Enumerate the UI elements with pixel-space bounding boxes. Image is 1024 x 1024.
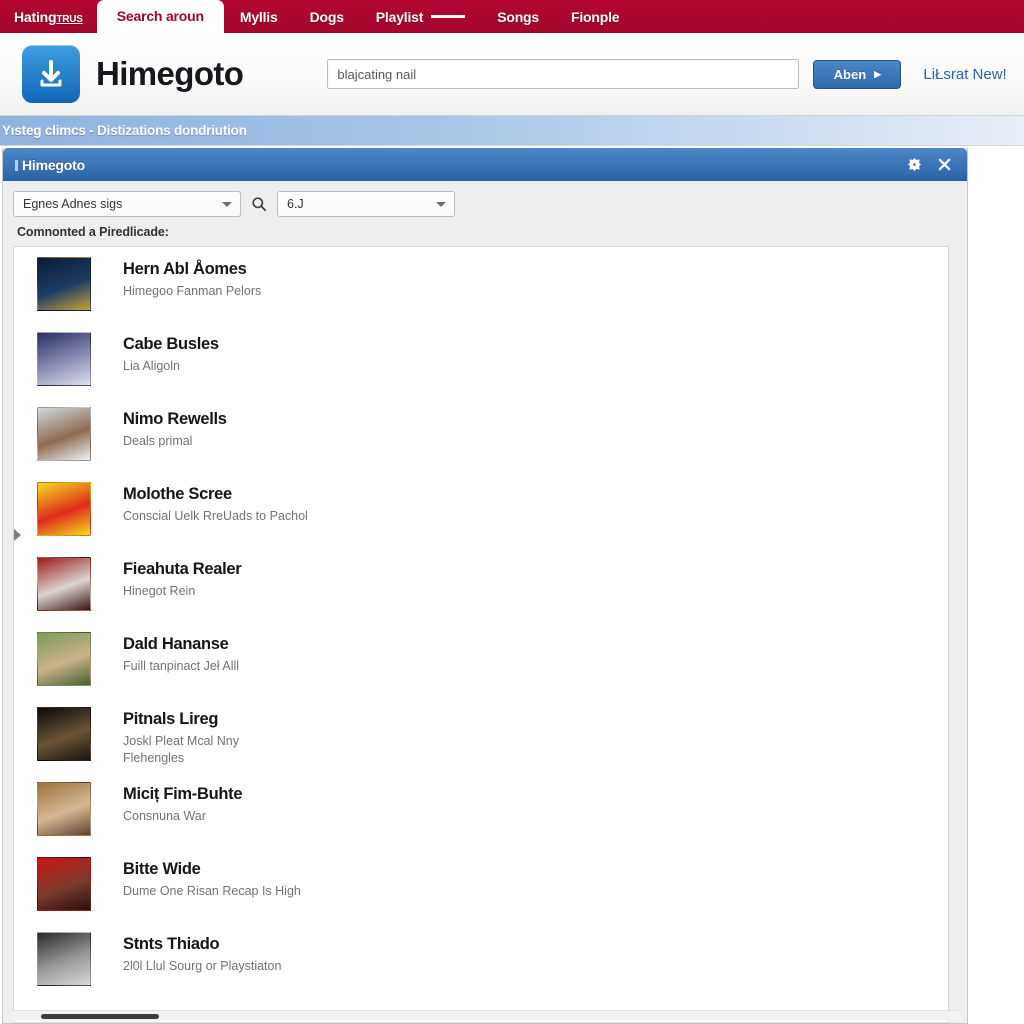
- album-art-thumbnail[interactable]: [37, 932, 91, 986]
- list-item-title: Bitte Wide: [123, 860, 201, 878]
- list-item-text: Molothe Scree Conscial Uelk RreUads to Pa…: [123, 480, 308, 525]
- list-item-text: Miciț Fim-Buhte Consnuna War: [123, 780, 243, 825]
- list-item-title: Miciț Fim-Buhte: [123, 785, 243, 803]
- gear-icon[interactable]: [905, 156, 923, 174]
- album-art-thumbnail[interactable]: [37, 857, 91, 911]
- nav-tab-fionple[interactable]: Fionple: [555, 9, 635, 33]
- results-section-label: Comnonted a Piredlicade:: [17, 225, 169, 239]
- header-promo-link[interactable]: LiŁsrat New!: [923, 66, 1006, 83]
- album-art-thumbnail[interactable]: [37, 632, 91, 686]
- nav-tab-label: Fionple: [571, 9, 620, 25]
- nav-tab-label: Myllis: [239, 9, 278, 25]
- nav-tab-label: Songs: [497, 9, 539, 25]
- breadcrumb: Yısteg climcs - Distizations dondriution: [0, 116, 1024, 146]
- header-search-group: Aben ▶ LiŁsrat New!: [327, 59, 1010, 89]
- album-art-thumbnail[interactable]: [37, 407, 91, 461]
- list-item[interactable]: Miciț Fim-Buhte Consnuna War: [14, 772, 948, 847]
- page-title: Himegoto: [96, 55, 244, 92]
- nav-tab-dash-icon: [431, 15, 466, 19]
- breadcrumb-text: Yısteg climcs - Distizations dondriution: [2, 123, 247, 138]
- nav-tab-label: Dogs: [309, 9, 344, 25]
- list-item-subtitle: Hinegot Rein: [123, 583, 196, 598]
- list-item-subtitle: Lia Aligoln: [123, 358, 180, 373]
- list-item[interactable]: Cabe Busles Lia Aligoln: [14, 322, 948, 397]
- page-right-gutter: [968, 148, 1024, 1024]
- nav-tab-songs[interactable]: Songs: [481, 9, 555, 33]
- list-item-title: Hern Abl Åomes: [123, 260, 247, 278]
- nav-brand[interactable]: HatingTRUS: [6, 9, 97, 33]
- window-toolbar: Egnes Adnes sigs 6.J: [3, 181, 967, 217]
- list-item-text: Nimo Rewells Deals primal: [123, 405, 227, 450]
- list-item[interactable]: Fieahuta Realer Hinegot Rein: [14, 547, 948, 622]
- list-item-text: Pitnals Lireg Joskl Pleat Mcal Nny Flehen…: [123, 705, 239, 767]
- search-submit-label: Aben: [833, 66, 867, 82]
- search-input[interactable]: [327, 59, 800, 89]
- nav-tab-myllis[interactable]: Myllis: [224, 9, 294, 33]
- nav-tab-label: Search aroun: [116, 7, 204, 24]
- list-item[interactable]: Stnts Thiado 2l0l Llul Sourg or Playstiat…: [14, 922, 948, 997]
- list-item[interactable]: Nimo Rewells Deals primal: [14, 397, 948, 472]
- list-item-title: Nimo Rewells: [123, 410, 227, 428]
- collapse-marker-icon[interactable]: [14, 529, 21, 541]
- list-item[interactable]: Pitnals Lireg Joskl Pleat Mcal Nny Flehen…: [14, 697, 948, 772]
- search-submit-button[interactable]: Aben ▶: [813, 59, 902, 89]
- list-item-text: Dald Hananse Fuill tanpinact Jeł Alll: [123, 630, 239, 675]
- horizontal-scrollbar[interactable]: [13, 1010, 961, 1021]
- list-item[interactable]: Dald Hananse Fuill tanpinact Jeł Alll: [14, 622, 948, 697]
- list-item-subtitle: Consnuna War: [123, 808, 206, 823]
- scrollbar-thumb[interactable]: [41, 1014, 159, 1019]
- nav-brand-sub: TRUS: [56, 14, 83, 25]
- site-header: Himegoto Aben ▶ LiŁsrat New!: [0, 33, 1024, 116]
- list-item-text: Cabe Busles Lia Aligoln: [123, 330, 219, 375]
- album-art-thumbnail[interactable]: [37, 782, 91, 836]
- list-item-title: Stnts Thiado: [123, 935, 220, 953]
- list-item-subtitle: Conscial Uelk RreUads to Pachol: [123, 508, 308, 523]
- album-art-thumbnail[interactable]: [37, 482, 91, 536]
- list-item-subtitle: Himegoo Fanman Pelors: [123, 283, 262, 298]
- nav-tab-dogs[interactable]: Dogs: [294, 9, 360, 33]
- list-item-title: Fieahuta Realer: [123, 560, 242, 578]
- list-item[interactable]: Hern Abl Åomes Himegoo Fanman Pelors: [14, 247, 948, 322]
- list-item-title: Pitnals Lireg: [123, 710, 219, 728]
- caret-right-icon: ▶: [874, 68, 882, 79]
- nav-brand-label: Hating: [14, 9, 57, 25]
- filter-select[interactable]: 6.J: [277, 191, 455, 217]
- list-item[interactable]: Bitte Wide Dume One Risan Recap Is High: [14, 847, 948, 922]
- list-item[interactable]: Molothe Scree Conscial Uelk RreUads to Pa…: [14, 472, 948, 547]
- list-item-subtitle: Fuill tanpinact Jeł Alll: [123, 658, 240, 673]
- source-select-value: Egnes Adnes sigs: [23, 197, 123, 211]
- album-art-thumbnail[interactable]: [37, 257, 91, 311]
- chevron-down-icon: [222, 201, 232, 207]
- list-item-title: Dald Hananse: [123, 635, 229, 653]
- list-item-title: Cabe Busles: [123, 335, 219, 353]
- list-item-text: Stnts Thiado 2l0l Llul Sourg or Playstiat…: [123, 930, 281, 975]
- list-item-text: Bitte Wide Dume One Risan Recap Is High: [123, 855, 301, 900]
- source-select[interactable]: Egnes Adnes sigs: [13, 191, 241, 217]
- application-window: Himegoto Egnes Adnes sigs 6.J Comnonted …: [2, 148, 968, 1024]
- album-art-thumbnail[interactable]: [37, 332, 91, 386]
- window-titlebar[interactable]: Himegoto: [3, 148, 967, 181]
- top-navigation-bar: HatingTRUS Search aroun Myllis Dogs Play…: [0, 0, 1024, 33]
- album-art-thumbnail[interactable]: [37, 707, 91, 761]
- list-item-subtitle: Deals primal: [123, 433, 193, 448]
- filter-select-value: 6.J: [287, 197, 304, 211]
- list-item-text: Fieahuta Realer Hinegot Rein: [123, 555, 242, 600]
- list-item-subtitle: Dume One Risan Recap Is High: [123, 883, 301, 898]
- nav-tab-playlist[interactable]: Playlist: [360, 9, 481, 33]
- list-item-title: Molothe Scree: [123, 485, 232, 503]
- window-title: Himegoto: [11, 157, 85, 173]
- list-item-subtitle: 2l0l Llul Sourg or Playstiaton: [123, 958, 282, 973]
- list-item-subtitle: Joskl Pleat Mcal Nny Flehengles: [123, 733, 240, 765]
- nav-tab-label: Playlist: [375, 9, 424, 25]
- list-item-text: Hern Abl Åomes Himegoo Fanman Pelors: [123, 255, 261, 300]
- search-icon[interactable]: [250, 195, 268, 213]
- window-controls: [905, 156, 959, 174]
- nav-tab-search-aroun[interactable]: Search aroun: [96, 0, 224, 33]
- chevron-down-icon: [436, 201, 446, 207]
- download-icon[interactable]: [22, 45, 80, 103]
- results-list[interactable]: Hern Abl Åomes Himegoo Fanman Pelors Cabe …: [13, 246, 949, 1023]
- album-art-thumbnail[interactable]: [37, 557, 91, 611]
- close-icon[interactable]: [935, 156, 953, 174]
